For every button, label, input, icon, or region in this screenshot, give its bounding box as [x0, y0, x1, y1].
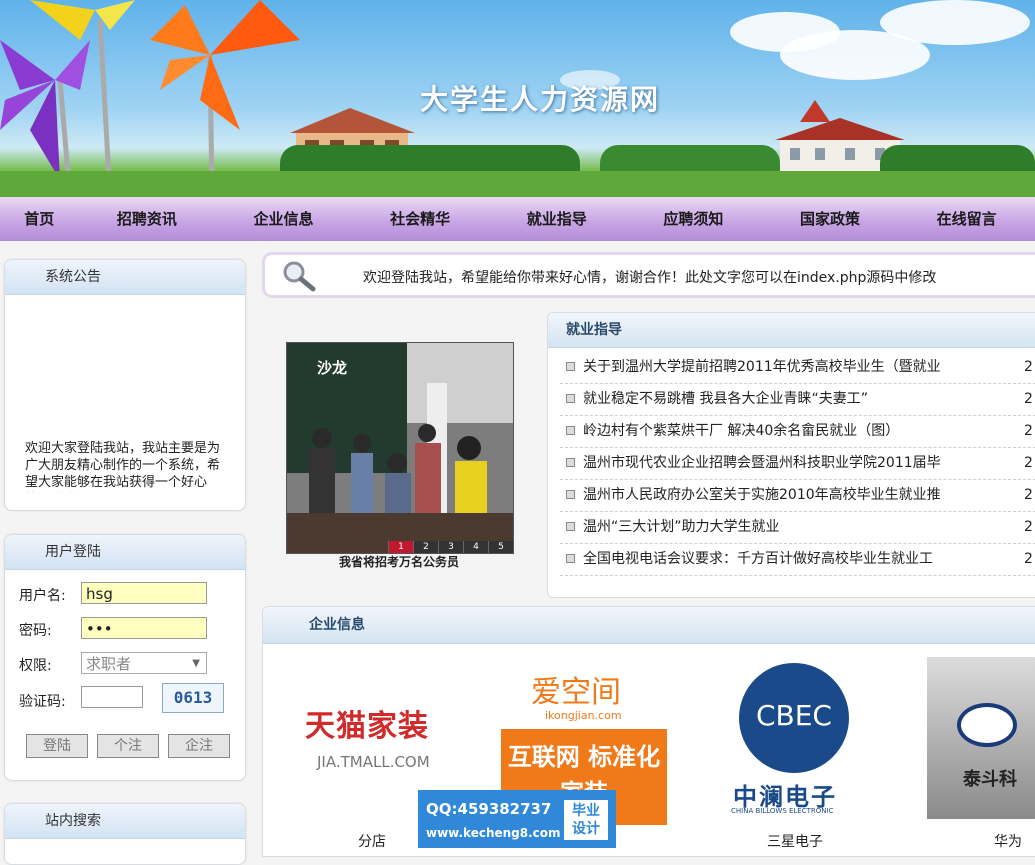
nav-job-tips[interactable]: 应聘须知: [625, 197, 762, 241]
logo-subtext: JIA.TMALL.COM: [317, 753, 430, 771]
news-title[interactable]: 全国电视电话会议要求：千方百计做好高校毕业生就业工: [583, 551, 933, 567]
header-banner: 大学生人力资源网: [0, 0, 1035, 197]
bullet-icon: [566, 521, 575, 531]
watermark-url: www.kecheng8.com: [426, 826, 561, 840]
nav-recruitment[interactable]: 招聘资讯: [79, 197, 216, 241]
slideshow-page-2[interactable]: 2: [413, 541, 438, 553]
slideshow-pager: 1 2 3 4 5: [388, 541, 513, 553]
nav-society[interactable]: 社会精华: [352, 197, 489, 241]
news-title[interactable]: 温州“三大计划”助力大学生就业: [583, 519, 780, 535]
search-panel: 站内搜索: [4, 803, 246, 865]
career-guide-title: 就业指导: [548, 313, 1035, 348]
username-label: 用户名:: [19, 588, 66, 604]
news-item[interactable]: 全国电视电话会议要求：千方百计做好高校毕业生就业工 2: [560, 544, 1035, 576]
bullet-icon: [566, 457, 575, 467]
personal-register-button[interactable]: 个注: [97, 734, 159, 758]
news-item[interactable]: 就业稳定不易跳槽 我县各大企业青睐“夫妻工” 2: [560, 384, 1035, 416]
main-nav: 首页 招聘资讯 企业信息 社会精华 就业指导 应聘须知 国家政策 在线留言: [0, 197, 1035, 241]
captcha-image[interactable]: 0613: [162, 683, 224, 713]
chevron-down-icon: ▼: [192, 658, 200, 669]
logo-text: 天猫家装: [305, 709, 429, 744]
company-info-title: 企业信息: [263, 607, 1035, 644]
news-title[interactable]: 就业稳定不易跳槽 我县各大企业青睐“夫妻工”: [583, 391, 868, 407]
slideshow-page-5[interactable]: 5: [488, 541, 513, 553]
logo-text: CBEC: [755, 699, 832, 732]
notice-text: 欢迎大家登陆我站，我站主要是为广大朋友精心制作的一个系统，希望大家能够在我站获得…: [25, 441, 221, 490]
watermark-tag-line2: 设计: [572, 821, 600, 837]
news-date: 2: [1024, 423, 1033, 439]
logo-subtext: ikongjian.com: [545, 709, 622, 722]
logo-text: 爱空间: [531, 675, 621, 710]
company-logo-taidou[interactable]: 泰斗科: [927, 657, 1035, 819]
marquee-text: 欢迎登陆我站，希望能给你带来好心情，谢谢合作！此处文字您可以在index.php…: [363, 270, 937, 286]
bullet-icon: [566, 553, 575, 563]
news-item[interactable]: 温州市人民政府办公室关于实施2010年高校毕业生就业推 2: [560, 480, 1035, 512]
role-select-value: 求职者: [86, 655, 132, 673]
news-item[interactable]: 岭边村有个紫菜烘干厂 解决40余名畲民就业（图） 2: [560, 416, 1035, 448]
watermark-badge: QQ:459382737 www.kecheng8.com 毕业 设计: [418, 790, 616, 848]
site-title: 大学生人力资源网: [420, 83, 661, 116]
search-title: 站内搜索: [5, 804, 245, 839]
company-name[interactable]: 华为: [994, 831, 1022, 851]
news-date: 2: [1024, 487, 1033, 503]
news-title[interactable]: 关于到温州大学提前招聘2011年优秀高校毕业生（暨就业: [583, 359, 941, 375]
news-date: 2: [1024, 359, 1033, 375]
password-input[interactable]: •••: [81, 617, 207, 639]
slideshow-photo-text: 沙龙: [317, 359, 348, 377]
news-item[interactable]: 温州“三大计划”助力大学生就业 2: [560, 512, 1035, 544]
bullet-icon: [566, 425, 575, 435]
watermark-tag: 毕业 设计: [564, 800, 608, 840]
password-label: 密码:: [19, 623, 52, 639]
slideshow-page-3[interactable]: 3: [438, 541, 463, 553]
bullet-icon: [566, 393, 575, 403]
news-title[interactable]: 温州市现代农业企业招聘会暨温州科技职业学院2011届毕: [583, 455, 941, 471]
nav-home[interactable]: 首页: [0, 197, 79, 241]
notice-panel: 系统公告 欢迎大家登陆我站，我站主要是为广大朋友精心制作的一个系统，希望大家能够…: [4, 259, 246, 511]
logo-mark: [957, 703, 1017, 747]
role-label: 权限:: [19, 658, 52, 674]
news-item[interactable]: 关于到温州大学提前招聘2011年优秀高校毕业生（暨就业 2: [560, 352, 1035, 384]
role-select[interactable]: 求职者 ▼: [81, 652, 207, 674]
news-slideshow[interactable]: 沙龙 1 2 3 4 5: [286, 342, 514, 554]
company-register-button[interactable]: 企注: [168, 734, 230, 758]
captcha-input[interactable]: [81, 686, 143, 708]
bullet-icon: [566, 361, 575, 371]
slideshow-page-4[interactable]: 4: [463, 541, 488, 553]
nav-policy[interactable]: 国家政策: [762, 197, 899, 241]
company-name[interactable]: 分店: [358, 831, 386, 851]
logo-extra-text: CHINA BILLOWS ELECTRONIC: [731, 807, 834, 815]
nav-message[interactable]: 在线留言: [898, 197, 1035, 241]
username-input[interactable]: hsg: [81, 582, 207, 604]
nav-company-info[interactable]: 企业信息: [215, 197, 352, 241]
watermark-tag-line1: 毕业: [572, 803, 600, 819]
news-date: 2: [1024, 519, 1033, 535]
login-title: 用户登陆: [5, 535, 245, 570]
slideshow-page-1[interactable]: 1: [388, 541, 413, 553]
news-date: 2: [1024, 455, 1033, 471]
news-title[interactable]: 温州市人民政府办公室关于实施2010年高校毕业生就业推: [583, 487, 941, 503]
career-guide-panel: 就业指导 关于到温州大学提前招聘2011年优秀高校毕业生（暨就业 2 就业稳定不易…: [547, 312, 1035, 598]
login-panel: 用户登陆 用户名: hsg 密码: ••• 权限: 求职者 ▼ 验证码: 061…: [4, 534, 246, 781]
logo-text: 泰斗科: [963, 769, 1017, 790]
news-title[interactable]: 岭边村有个紫菜烘干厂 解决40余名畲民就业（图）: [583, 423, 899, 439]
news-item[interactable]: 温州市现代农业企业招聘会暨温州科技职业学院2011届毕 2: [560, 448, 1035, 480]
notice-title: 系统公告: [5, 260, 245, 295]
captcha-label: 验证码:: [19, 694, 66, 710]
news-date: 2: [1024, 391, 1033, 407]
watermark-qq: QQ:459382737: [426, 800, 552, 818]
company-info-panel: 企业信息 天猫家装 JIA.TMALL.COM 分店 爱空间 ikongjian…: [262, 606, 1035, 857]
login-button[interactable]: 登陆: [26, 734, 88, 758]
marquee-bar: 欢迎登陆我站，希望能给你带来好心情，谢谢合作！此处文字您可以在index.php…: [262, 252, 1035, 298]
company-logo-tmall[interactable]: 天猫家装 JIA.TMALL.COM: [293, 677, 453, 787]
slideshow-caption[interactable]: 我省将招考万名公务员: [286, 553, 512, 570]
bullet-icon: [566, 489, 575, 499]
news-date: 2: [1024, 551, 1033, 567]
nav-career-guide[interactable]: 就业指导: [489, 197, 626, 241]
search-icon: [283, 261, 316, 292]
company-logo-cbec[interactable]: CBEC 中澜电子 CHINA BILLOWS ELECTRONIC: [715, 657, 875, 819]
company-name[interactable]: 三星电子: [767, 831, 823, 851]
pinwheel-illustration: [0, 0, 300, 197]
